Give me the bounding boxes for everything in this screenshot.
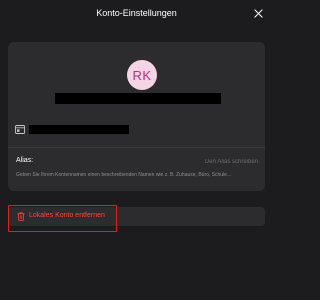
close-icon (253, 8, 263, 18)
card-divider (8, 147, 265, 148)
avatar: RK (127, 60, 157, 90)
dialog-header: Konto-Einstellungen (0, 0, 273, 28)
dialog-title: Konto-Einstellungen (96, 8, 177, 18)
account-card-icon (15, 125, 25, 134)
alias-label: Alias: (16, 157, 34, 164)
redacted-account-name (55, 93, 221, 104)
alias-input[interactable] (118, 157, 258, 166)
account-card: RK Alias: Geben Sie Ihrem Kontennamen ei… (8, 42, 265, 191)
avatar-initials: RK (132, 67, 152, 83)
highlight-box (8, 205, 117, 232)
alias-description: Geben Sie Ihrem Kontennamen einen beschr… (16, 172, 232, 178)
account-id-row (15, 125, 255, 135)
account-settings-dialog: Konto-Einstellungen RK Alias: Geben Sie … (0, 0, 273, 300)
redacted-account-id (29, 125, 129, 134)
close-button[interactable] (251, 6, 265, 20)
